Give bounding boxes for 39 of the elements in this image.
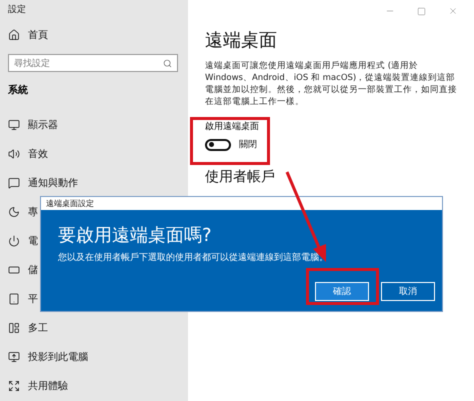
sidebar-item[interactable]: 顯示器 [28, 118, 58, 132]
dialog-heading: 要啟用遠端桌面嗎? [58, 224, 213, 247]
search-field[interactable]: 尋找設定 [8, 54, 178, 72]
dialog-title: 遠端桌面設定 [41, 197, 442, 210]
sidebar-item[interactable]: 儲 [28, 262, 38, 276]
maximize-icon[interactable] [417, 6, 426, 16]
storage-icon [8, 264, 20, 276]
sidebar-item[interactable]: 電 [28, 234, 38, 248]
search-icon [163, 58, 172, 68]
sidebar-item[interactable]: 專 [28, 204, 38, 218]
dialog-message: 您以及在使用者帳戶下選取的使用者都可以從遠端連線到這部電腦。 [58, 252, 329, 264]
section-heading: 使用者帳戶 [205, 168, 276, 186]
message-icon [8, 176, 20, 188]
sidebar-item[interactable]: 共用體驗 [28, 378, 68, 392]
sidebar-item[interactable]: 通知與動作 [28, 176, 78, 190]
toggle-label: 啟用遠端桌面 [205, 122, 260, 133]
power-icon [8, 234, 20, 246]
multitask-icon [8, 322, 20, 334]
sidebar-item[interactable]: 投影到此電腦 [28, 350, 88, 364]
close-icon[interactable] [448, 6, 458, 16]
toggle-state: 關閉 [239, 138, 257, 151]
sidebar-item[interactable]: 平 [28, 292, 38, 306]
projection-icon [8, 350, 20, 362]
description-text: 遠端桌面可讓您使用遠端桌面用戶端應用程式 (適用於 Windows、Android、iOS 和 macOS)，從遠端裝置連線到這部電腦並加以控制。然後，您就可以從另一部裝置工作，如同直接在這部電腦上工作一樣。 [205, 60, 458, 108]
tablet-icon [8, 292, 20, 304]
confirm-button[interactable]: 確認 [315, 282, 369, 301]
page-title: 遠端桌面 [205, 30, 278, 52]
window-title: 設定 [8, 4, 27, 17]
share-icon [8, 380, 20, 392]
sidebar-item[interactable]: 多工 [28, 320, 48, 334]
monitor-icon [8, 118, 20, 130]
cancel-button[interactable]: 取消 [381, 282, 435, 301]
toggle-switch[interactable] [205, 138, 231, 150]
speaker-icon [8, 148, 20, 160]
section-heading: 系統 [8, 84, 29, 98]
home-icon [8, 28, 20, 40]
moon-icon [8, 206, 20, 218]
sidebar-item[interactable]: 音效 [28, 146, 48, 160]
sidebar-item[interactable]: 首頁 [28, 28, 48, 42]
